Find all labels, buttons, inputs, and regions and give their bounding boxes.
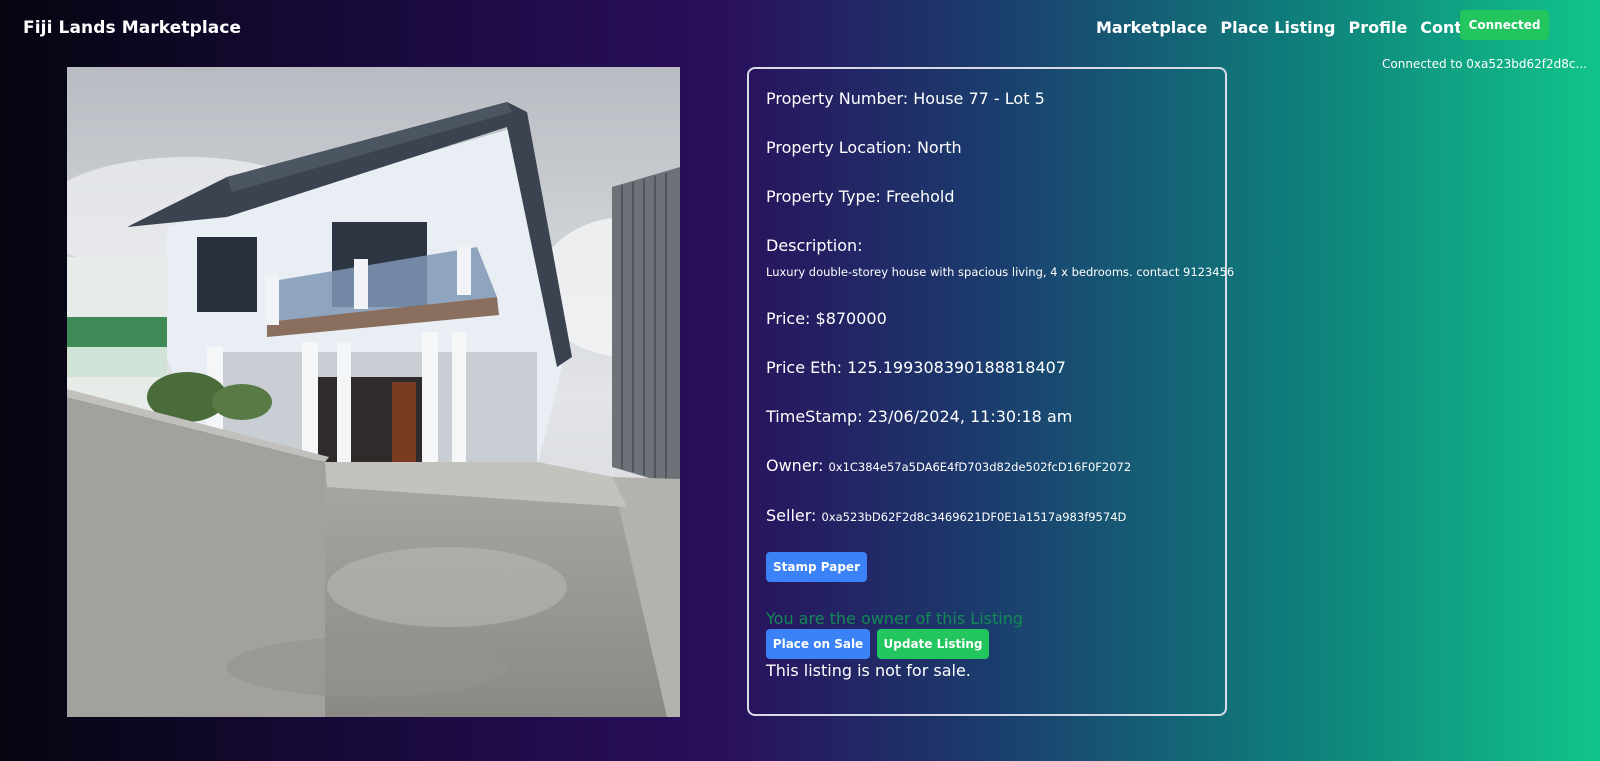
seller-row: Seller: 0xa523bD62F2d8c3469621DF0E1a1517… xyxy=(766,506,1209,527)
brand-title[interactable]: Fiji Lands Marketplace xyxy=(23,18,241,38)
description-label: Description: xyxy=(766,236,863,255)
owner-row: Owner: 0x1C384e57a5DA6E4fD703d82de502fcD… xyxy=(766,456,1209,477)
price-eth: Price Eth: 125.199308390188818407 xyxy=(766,358,1066,377)
update-listing-button[interactable]: Update Listing xyxy=(877,629,989,659)
seller-label: Seller: xyxy=(766,506,817,525)
property-number: Property Number: House 77 - Lot 5 xyxy=(766,89,1045,108)
wallet-connected-button[interactable]: Connected xyxy=(1460,10,1549,40)
stamp-paper-button[interactable]: Stamp Paper xyxy=(766,552,867,582)
owner-message: You are the owner of this Listing xyxy=(766,609,1023,628)
main-nav: Marketplace Place Listing Profile Contac… xyxy=(1096,18,1518,37)
owner-address: 0x1C384e57a5DA6E4fD703d82de502fcD16F0F20… xyxy=(828,460,1132,474)
place-on-sale-button[interactable]: Place on Sale xyxy=(766,629,870,659)
timestamp: TimeStamp: 23/06/2024, 11:30:18 am xyxy=(766,407,1073,426)
nav-marketplace[interactable]: Marketplace xyxy=(1096,18,1207,37)
wallet-address-status: Connected to 0xa523bd62f2d8c... xyxy=(1382,57,1587,71)
description-text: Luxury double-storey house with spacious… xyxy=(766,265,1235,279)
property-location: Property Location: North xyxy=(766,138,962,157)
nav-profile[interactable]: Profile xyxy=(1348,18,1407,37)
property-photo xyxy=(67,67,680,717)
owner-label: Owner: xyxy=(766,456,824,475)
seller-address: 0xa523bD62F2d8c3469621DF0E1a1517a983f957… xyxy=(821,510,1127,524)
nav-place-listing[interactable]: Place Listing xyxy=(1220,18,1335,37)
price: Price: $870000 xyxy=(766,309,887,328)
property-details-card: Property Number: House 77 - Lot 5 Proper… xyxy=(747,67,1235,716)
owner-actions: Place on Sale Update Listing xyxy=(766,629,1209,659)
house-image xyxy=(67,67,680,717)
property-type: Property Type: Freehold xyxy=(766,187,955,206)
sale-status: This listing is not for sale. xyxy=(766,661,971,680)
